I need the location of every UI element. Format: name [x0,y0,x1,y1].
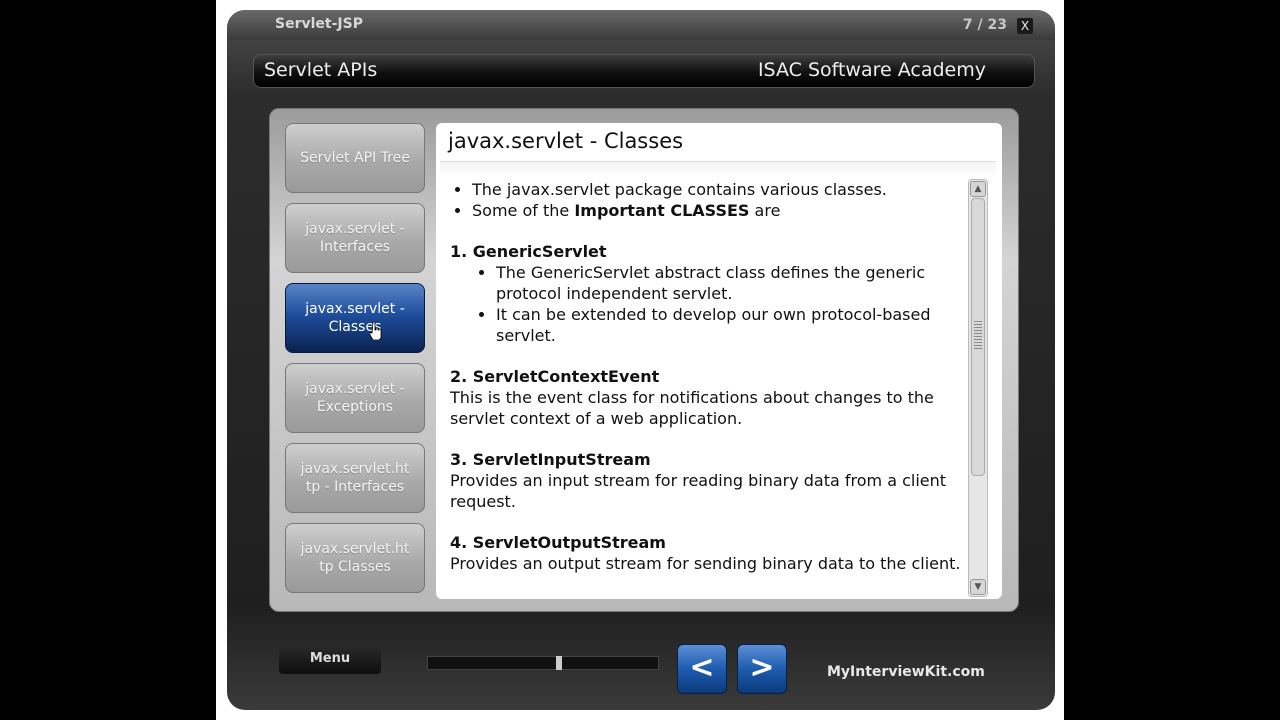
academy-name: ISAC Software Academy [757,59,986,81]
nav-item-label: javax.servlet.ht tp - Interfaces [300,461,410,495]
progress-slider[interactable] [427,656,659,670]
nav-item-http-classes[interactable]: javax.servlet.ht tp Classes [285,523,425,593]
course-player: Servlet-JSP 7 / 23 X Servlet APIs ISAC S… [227,10,1055,710]
hand-cursor-icon [370,322,382,340]
menu-button[interactable]: Menu [279,646,381,674]
class-heading: 2. ServletContextEvent [450,367,660,386]
nav-item-servlet-exceptions[interactable]: javax.servlet - Exceptions [285,363,425,433]
nav-item-label: javax.servlet - Exceptions [305,381,405,415]
class-heading: 1. GenericServlet [450,242,607,261]
scroll-down-icon[interactable]: ▼ [970,579,986,595]
intro-line: The javax.servlet package contains vario… [472,179,970,200]
class-heading: 4. ServletOutputStream [450,533,666,552]
chevron-right-icon: > [749,650,775,685]
nav-item-label: javax.servlet.ht tp Classes [300,541,410,575]
course-title: Servlet-JSP [275,16,363,32]
nav-item-label: javax.servlet - Interfaces [305,221,405,255]
chevron-left-icon: < [689,650,715,685]
close-button[interactable]: X [1017,18,1033,34]
content-panel: javax.servlet - Classes The javax.servle… [436,123,1002,599]
top-bar: Servlet-JSP 7 / 23 X [227,10,1055,40]
class-bullet: It can be extended to develop our own pr… [496,304,970,346]
title-divider [440,161,996,178]
class-description: This is the event class for notification… [450,388,934,428]
content-scrollbar[interactable]: ▲ ▼ [968,179,988,597]
nav-item-label: Servlet API Tree [300,150,410,166]
class-heading: 3. ServletInputStream [450,450,651,469]
class-bullet: The GenericServlet abstract class define… [496,262,970,304]
class-description: Provides an output stream for sending bi… [450,554,961,573]
section-title: Servlet APIs [264,59,378,81]
scroll-thumb[interactable] [971,198,985,476]
intro-line: Some of the Important CLASSES are [472,200,970,221]
progress-marker[interactable] [555,656,562,670]
prev-button[interactable]: < [677,644,727,694]
grip-icon [974,321,982,351]
brand-link[interactable]: MyInterviewKit.com [827,664,985,680]
next-button[interactable]: > [737,644,787,694]
nav-item-servlet-interfaces[interactable]: javax.servlet - Interfaces [285,203,425,273]
header-bar: Servlet APIs ISAC Software Academy [253,54,1035,88]
content-title: javax.servlet - Classes [448,129,684,153]
content-body: The javax.servlet package contains vario… [450,179,970,574]
nav-item-http-interfaces[interactable]: javax.servlet.ht tp - Interfaces [285,443,425,513]
nav-item-servlet-api-tree[interactable]: Servlet API Tree [285,123,425,193]
class-description: Provides an input stream for reading bin… [450,471,947,511]
scroll-up-icon[interactable]: ▲ [970,181,986,197]
content-frame: Servlet API Tree javax.servlet - Interfa… [269,108,1019,612]
nav-item-label: javax.servlet - Classes [305,301,405,335]
page-counter: 7 / 23 [962,17,1007,33]
nav-item-servlet-classes[interactable]: javax.servlet - Classes [285,283,425,353]
